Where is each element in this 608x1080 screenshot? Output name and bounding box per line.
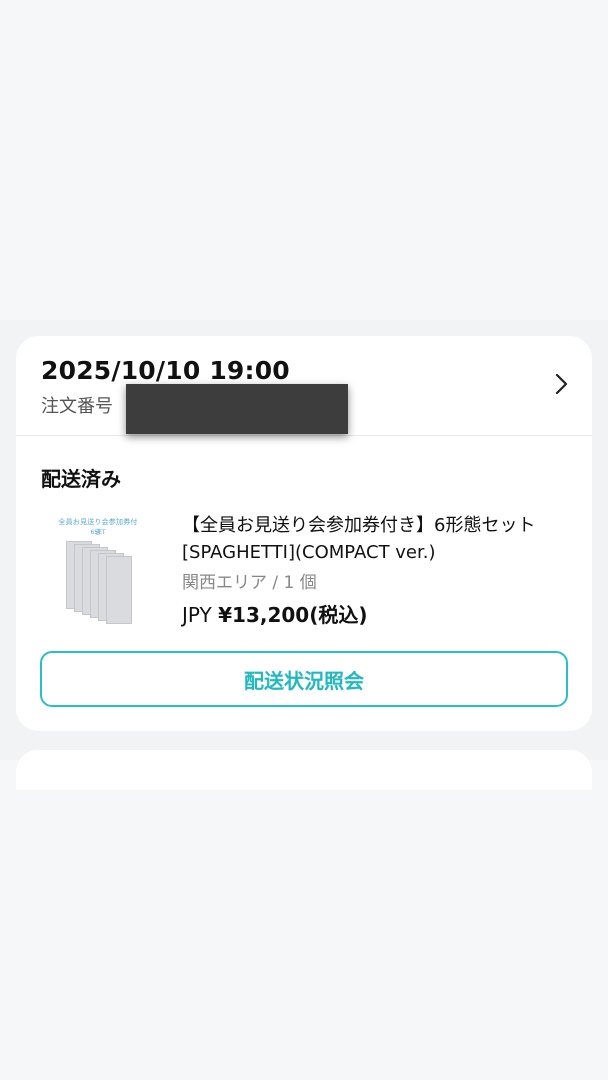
track-shipment-button[interactable]: 配送状況照会 bbox=[40, 651, 568, 707]
order-number-label: 注文番号 bbox=[41, 396, 113, 417]
product-price: JPY ¥13,200(税込) bbox=[182, 599, 367, 628]
order-number-redacted bbox=[126, 384, 348, 434]
top-blank-area bbox=[0, 0, 608, 320]
order-header[interactable]: 2025/10/10 19:00 注文番号 bbox=[16, 336, 592, 436]
order-datetime: 2025/10/10 19:00 bbox=[41, 356, 290, 385]
price-amount: ¥13,200(税込) bbox=[218, 603, 368, 627]
chevron-right-icon[interactable] bbox=[554, 373, 568, 395]
product-thumbnail[interactable]: 全員お見送り会参加券付き 6SET bbox=[56, 511, 140, 624]
order-card: 2025/10/10 19:00 注文番号 配送済み 全員お見送り会参加券付き … bbox=[16, 336, 592, 731]
next-order-card bbox=[16, 750, 592, 790]
product-meta: 関西エリア / 1 個 bbox=[182, 573, 317, 593]
thumbnail-subtitle: 6SET bbox=[90, 529, 106, 536]
shipping-status: 配送済み bbox=[41, 467, 121, 491]
bottom-blank-area bbox=[0, 760, 608, 1080]
product-sheet bbox=[106, 556, 132, 624]
product-title[interactable]: 【全員お見送り会参加券付き】6形態セット [SPAGHETTI](COMPACT… bbox=[182, 512, 572, 566]
price-currency: JPY bbox=[182, 603, 212, 627]
